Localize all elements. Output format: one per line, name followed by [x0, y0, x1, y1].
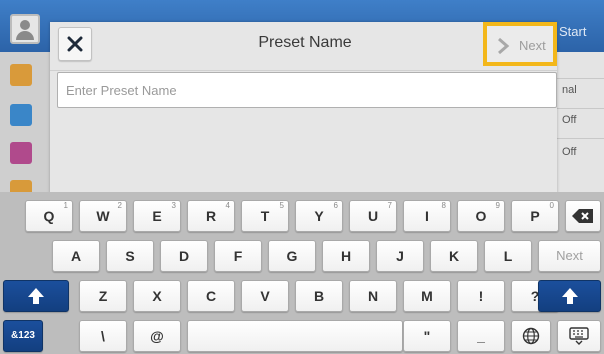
next-button-highlight: Next: [483, 22, 557, 66]
key-r[interactable]: R4: [187, 200, 235, 232]
key-n[interactable]: N: [349, 280, 397, 312]
key-o[interactable]: O9: [457, 200, 505, 232]
preset-name-input[interactable]: [57, 72, 557, 108]
symbols-mode-key[interactable]: &123: [3, 320, 43, 352]
key-k[interactable]: K: [430, 240, 478, 272]
divider: [557, 108, 604, 109]
key-l[interactable]: L: [484, 240, 532, 272]
next-button-label: Next: [519, 38, 546, 53]
next-button[interactable]: Next: [489, 28, 551, 60]
setting-value: Off: [562, 146, 577, 158]
preset-name-dialog: Preset Name Next: [50, 22, 557, 194]
backspace-key[interactable]: [565, 200, 601, 232]
close-icon: [67, 36, 83, 52]
on-screen-keyboard: Q1 W2 E3 R4 T5 Y6 U7 I8 O9 P0 A S D F G …: [0, 192, 604, 354]
keyboard-hide-icon: [569, 327, 589, 345]
sidebar-app-icon: [10, 64, 32, 86]
key-q[interactable]: Q1: [25, 200, 73, 232]
shift-left-key[interactable]: [3, 280, 69, 312]
key-m[interactable]: M: [403, 280, 451, 312]
shift-arrow-icon: [561, 288, 578, 304]
chevron-right-icon: [498, 37, 510, 55]
key-exclamation[interactable]: !: [457, 280, 505, 312]
key-f[interactable]: F: [214, 240, 262, 272]
key-at[interactable]: @: [133, 320, 181, 352]
keyboard-next-key[interactable]: Next: [538, 240, 601, 272]
dialog-header: Preset Name Next: [50, 22, 557, 71]
sidebar-app-icon: [10, 142, 32, 164]
shift-arrow-icon: [28, 288, 44, 304]
key-e[interactable]: E3: [133, 200, 181, 232]
key-d[interactable]: D: [160, 240, 208, 272]
key-p[interactable]: P0: [511, 200, 559, 232]
key-h[interactable]: H: [322, 240, 370, 272]
hide-keyboard-key[interactable]: [557, 320, 601, 352]
key-u[interactable]: U7: [349, 200, 397, 232]
app-sidebar: [0, 52, 50, 212]
key-z[interactable]: Z: [79, 280, 127, 312]
key-b[interactable]: B: [295, 280, 343, 312]
shift-right-key[interactable]: [538, 280, 601, 312]
key-j[interactable]: J: [376, 240, 424, 272]
key-t[interactable]: T5: [241, 200, 289, 232]
key-i[interactable]: I8: [403, 200, 451, 232]
key-backslash[interactable]: \: [79, 320, 127, 352]
key-y[interactable]: Y6: [295, 200, 343, 232]
space-key[interactable]: [187, 320, 403, 352]
setting-value: nal: [562, 84, 577, 96]
key-underscore[interactable]: _: [457, 320, 505, 352]
sidebar-app-icon: [10, 104, 32, 126]
key-quote[interactable]: ": [403, 320, 451, 352]
divider: [557, 78, 604, 79]
key-a[interactable]: A: [52, 240, 100, 272]
key-v[interactable]: V: [241, 280, 289, 312]
key-c[interactable]: C: [187, 280, 235, 312]
user-avatar-icon[interactable]: [10, 14, 40, 44]
dialog-title: Preset Name: [258, 34, 352, 51]
setting-value: Off: [562, 114, 577, 126]
key-x[interactable]: X: [133, 280, 181, 312]
backspace-icon: [572, 209, 593, 223]
globe-icon: [522, 327, 540, 345]
key-s[interactable]: S: [106, 240, 154, 272]
divider: [557, 138, 604, 139]
key-w[interactable]: W2: [79, 200, 127, 232]
key-g[interactable]: G: [268, 240, 316, 272]
language-key[interactable]: [511, 320, 551, 352]
start-label: Start: [559, 24, 587, 39]
app-right-panel: [557, 52, 604, 212]
close-button[interactable]: [58, 27, 92, 61]
